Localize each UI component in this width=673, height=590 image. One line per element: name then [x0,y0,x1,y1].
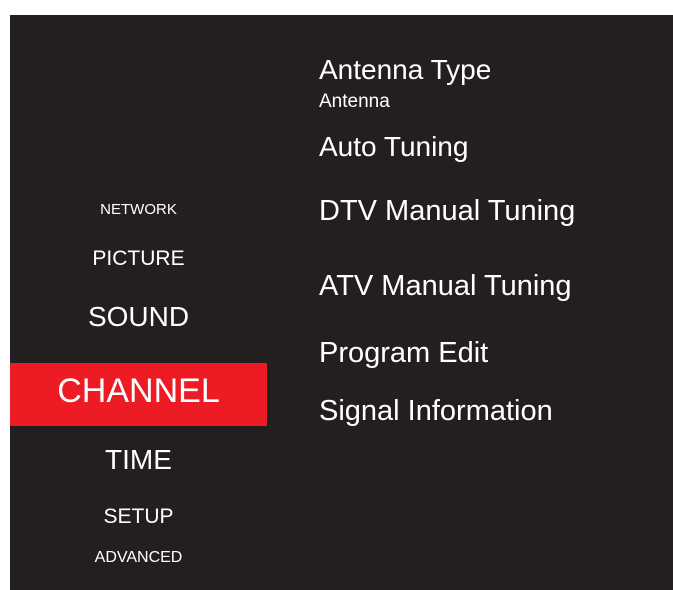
auto-tuning-item[interactable]: Auto Tuning [319,131,468,163]
tv-settings-screen: NETWORK PICTURE SOUND CHANNEL TIME SETUP… [10,15,673,590]
program-edit-item[interactable]: Program Edit [319,337,488,370]
menu-item-advanced[interactable]: ADVANCED [10,549,267,567]
antenna-type-item[interactable]: Antenna Type [319,54,491,86]
menu-item-network[interactable]: NETWORK [10,201,267,218]
antenna-type-value: Antenna [319,91,390,112]
menu-item-sound[interactable]: SOUND [10,301,267,333]
dtv-manual-tuning-item[interactable]: DTV Manual Tuning [319,195,575,228]
atv-manual-tuning-item[interactable]: ATV Manual Tuning [319,270,572,303]
menu-item-channel[interactable]: CHANNEL [10,363,267,426]
menu-item-time[interactable]: TIME [10,444,267,476]
signal-information-item[interactable]: Signal Information [319,395,553,428]
menu-item-setup[interactable]: SETUP [10,505,267,529]
menu-item-picture[interactable]: PICTURE [10,247,267,271]
